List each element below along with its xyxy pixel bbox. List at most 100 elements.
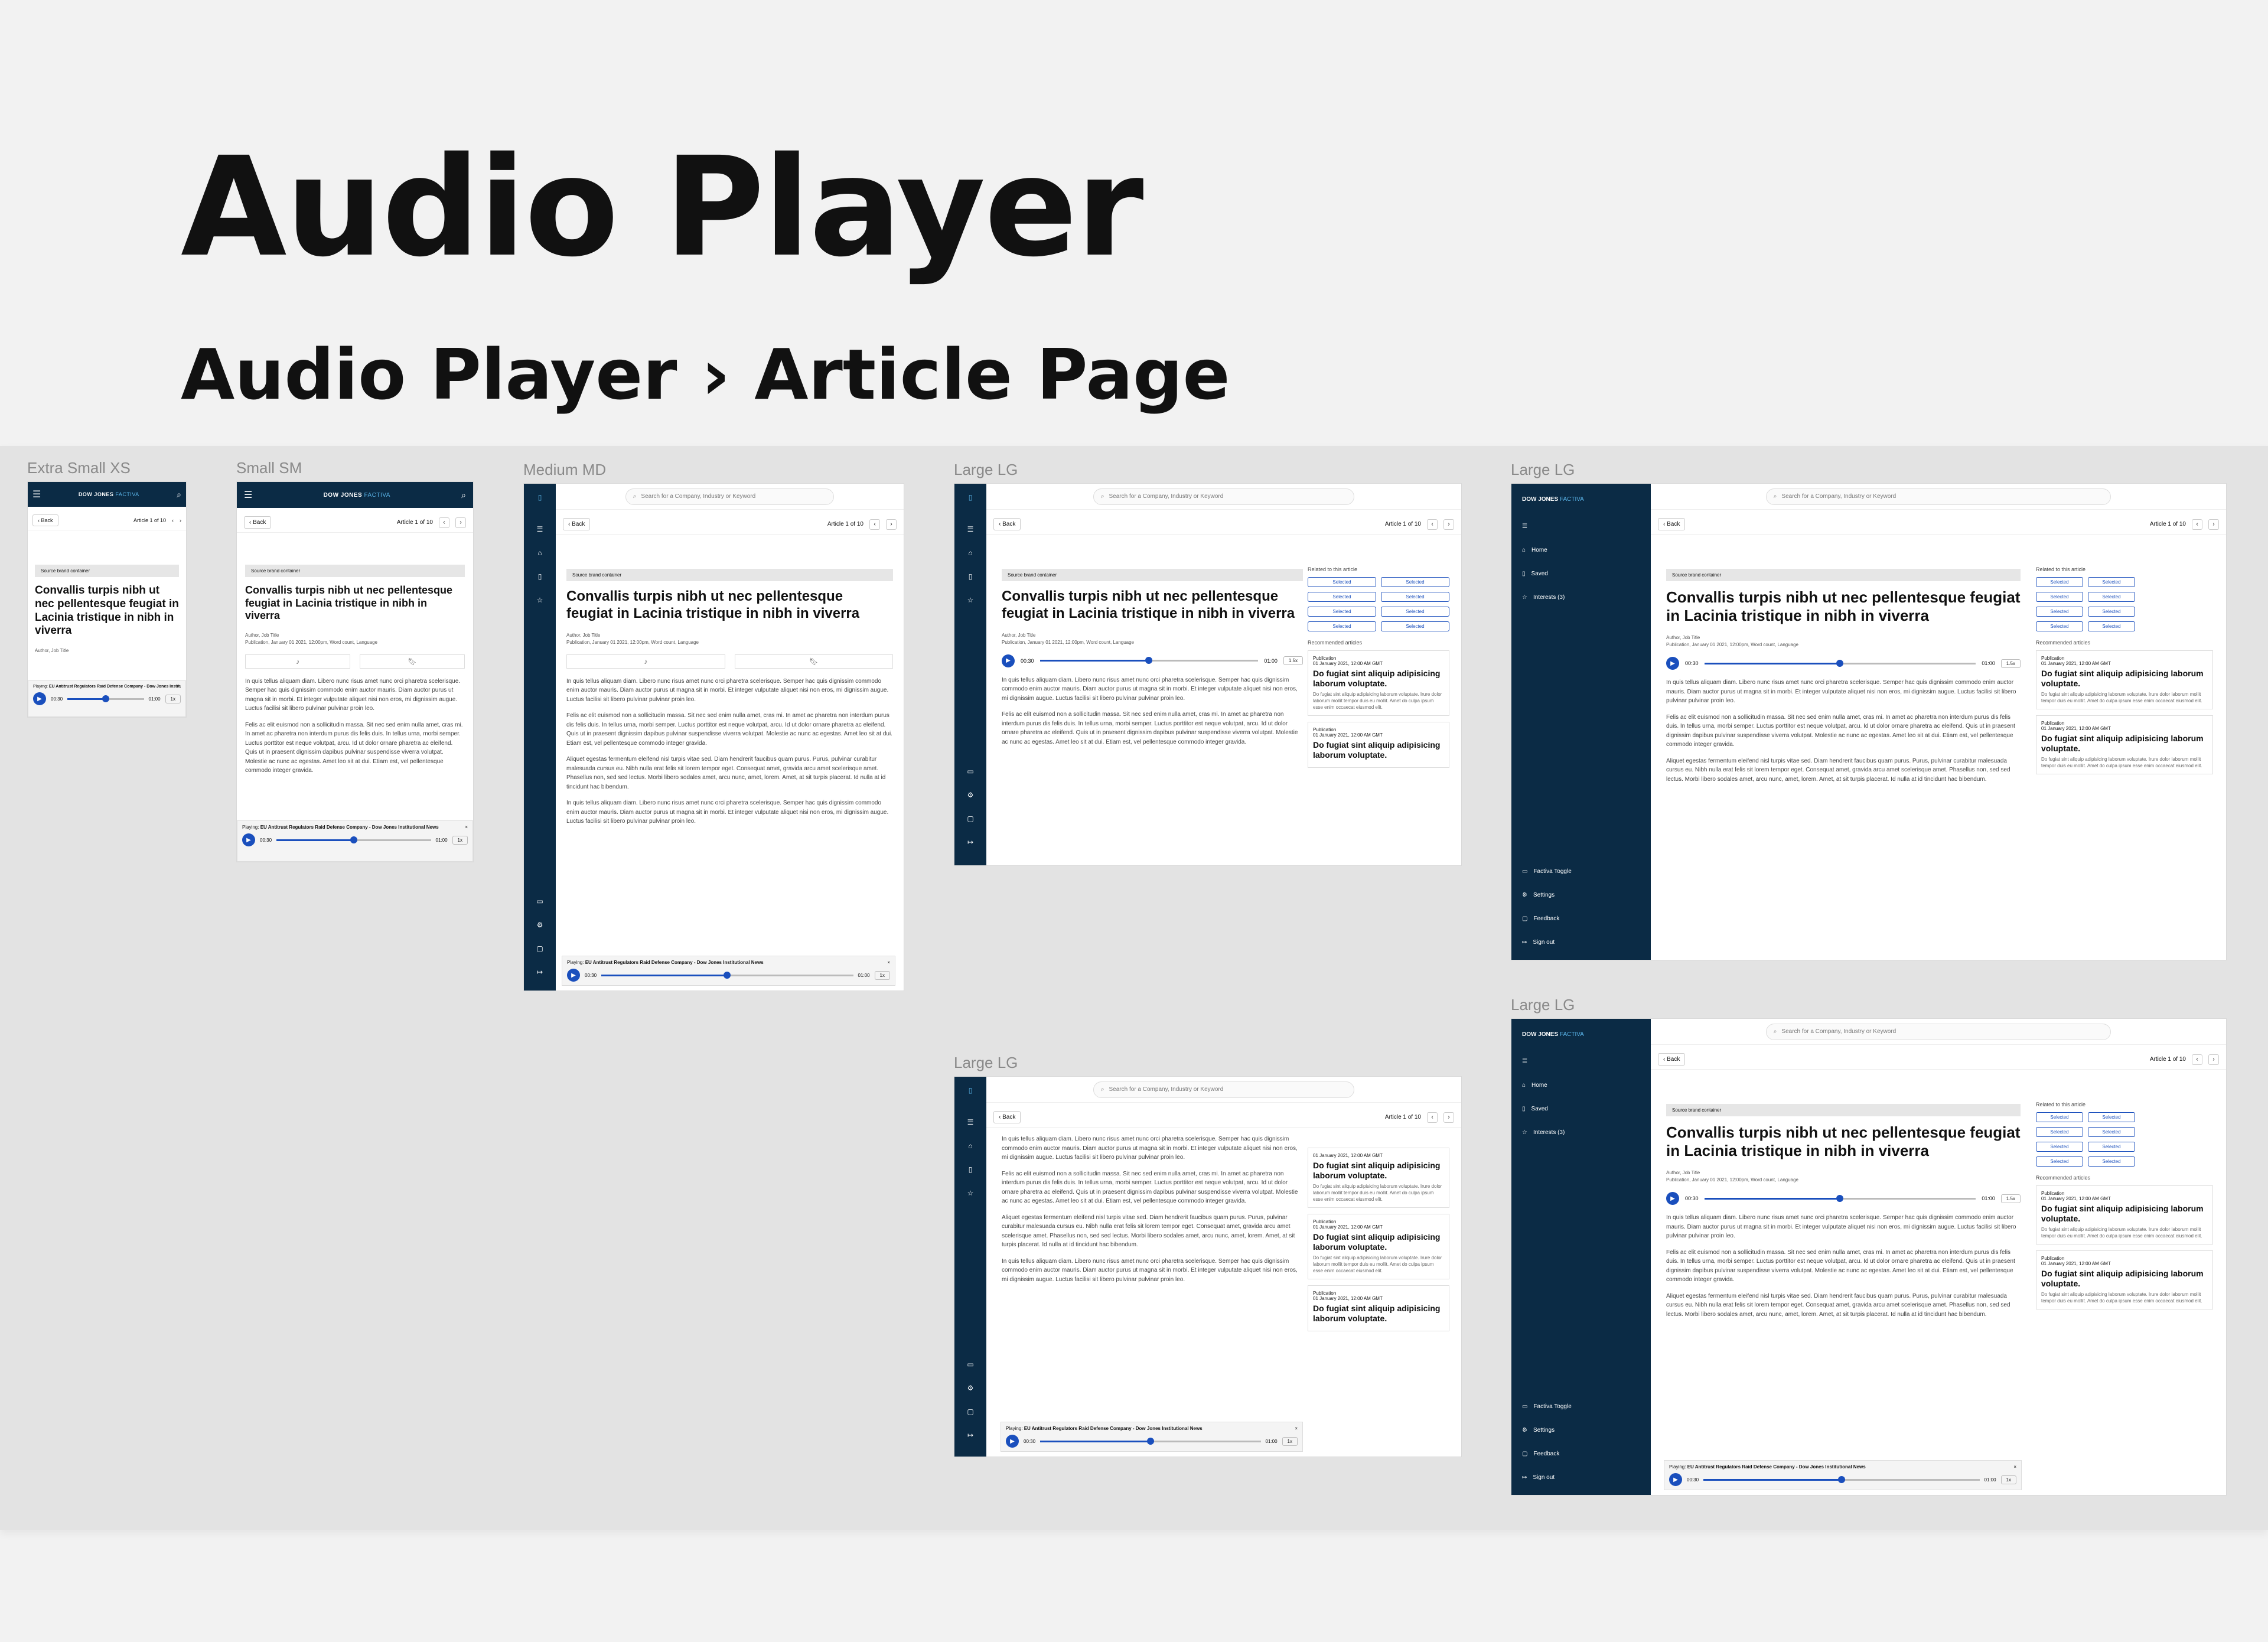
speed-select[interactable]: 1.5x bbox=[2000, 659, 2021, 668]
related-chip[interactable]: Selected bbox=[2088, 607, 2135, 617]
sidebar-item-settings[interactable]: ⚙ Settings bbox=[1511, 1418, 1651, 1442]
progress-slider[interactable] bbox=[601, 971, 853, 979]
speed-select[interactable]: 1x bbox=[874, 970, 890, 980]
back-button[interactable]: ‹ Back bbox=[1658, 1053, 1686, 1066]
next-button[interactable]: › bbox=[2208, 519, 2219, 530]
related-chip[interactable]: Selected bbox=[2088, 621, 2135, 631]
recommended-card[interactable]: Publication 01 January 2021, 12:00 AM GMT… bbox=[1308, 650, 1449, 716]
back-button[interactable]: ‹ Back bbox=[993, 518, 1021, 530]
play-button[interactable]: ▶ bbox=[242, 833, 255, 846]
play-button[interactable]: ▶ bbox=[1002, 654, 1015, 667]
search-icon[interactable]: ⌕ bbox=[177, 490, 181, 500]
related-chip[interactable]: Selected bbox=[2036, 1156, 2083, 1167]
sidebar-item-feedback[interactable]: ▢ Feedback bbox=[1511, 907, 1651, 930]
speed-select[interactable]: 1x bbox=[452, 835, 468, 845]
next-button[interactable]: › bbox=[886, 519, 897, 530]
recommended-card[interactable]: Publication 01 January 2021, 12:00 AM GMT… bbox=[2036, 1185, 2213, 1244]
related-chip[interactable]: Selected bbox=[2036, 1112, 2083, 1122]
related-chip[interactable]: Selected bbox=[2036, 1142, 2083, 1152]
speed-select[interactable]: 1x bbox=[1282, 1436, 1298, 1446]
next-button[interactable]: › bbox=[2208, 1054, 2219, 1065]
speed-select[interactable]: 1.5x bbox=[1283, 656, 1303, 666]
menu-icon[interactable]: ☰ bbox=[524, 525, 556, 533]
saved-icon[interactable]: ▯ bbox=[954, 1165, 986, 1174]
recommended-card[interactable]: Publication 01 January 2021, 12:00 AM GMT… bbox=[2036, 650, 2213, 709]
speed-select[interactable]: 1.5x bbox=[2000, 1194, 2021, 1203]
related-chip[interactable]: Selected bbox=[2088, 1112, 2135, 1122]
related-chip[interactable]: Selected bbox=[1308, 607, 1376, 617]
related-chip[interactable]: Selected bbox=[2088, 1127, 2135, 1137]
related-chip[interactable]: Selected bbox=[2036, 1127, 2083, 1137]
menu-icon[interactable]: ☰ bbox=[244, 489, 252, 501]
back-button[interactable]: ‹ Back bbox=[244, 516, 272, 529]
toggle-icon[interactable]: ▭ bbox=[524, 897, 556, 905]
next-button[interactable]: › bbox=[1443, 1112, 1454, 1123]
progress-slider[interactable] bbox=[1040, 1437, 1261, 1445]
sidebar-item-home[interactable]: ⌂ Home bbox=[1511, 538, 1651, 562]
progress-slider[interactable] bbox=[1704, 659, 1976, 667]
related-chip[interactable]: Selected bbox=[1308, 592, 1376, 602]
next-button[interactable]: › bbox=[180, 517, 181, 523]
related-chip[interactable]: Selected bbox=[2088, 1142, 2135, 1152]
play-button[interactable]: ▶ bbox=[1666, 1192, 1679, 1206]
next-button[interactable]: › bbox=[455, 517, 466, 528]
sidebar-item-settings[interactable]: ⚙ Settings bbox=[1511, 883, 1651, 907]
sidebar-item-toggle[interactable]: ▭ Factiva Toggle bbox=[1511, 859, 1651, 883]
star-icon[interactable]: ☆ bbox=[954, 596, 986, 604]
saved-icon[interactable]: ▯ bbox=[524, 572, 556, 581]
menu-icon[interactable]: ☰ bbox=[1511, 1050, 1651, 1073]
menu-icon[interactable]: ☰ bbox=[1511, 514, 1651, 538]
close-icon[interactable]: × bbox=[1295, 1426, 1298, 1431]
prev-button[interactable]: ‹ bbox=[439, 517, 449, 528]
menu-icon[interactable]: ☰ bbox=[32, 488, 41, 500]
sidebar-item-interests[interactable]: ☆ Interests (3) bbox=[1511, 1120, 1651, 1144]
sidebar-item-saved[interactable]: ▯ Saved bbox=[1511, 562, 1651, 585]
home-icon[interactable]: ⌂ bbox=[954, 1142, 986, 1150]
sidebar-item-toggle[interactable]: ▭ Factiva Toggle bbox=[1511, 1395, 1651, 1418]
feedback-icon[interactable]: ▢ bbox=[524, 944, 556, 953]
related-chip[interactable]: Selected bbox=[1381, 577, 1449, 587]
progress-slider[interactable] bbox=[1703, 1475, 1980, 1483]
search-input[interactable]: ⌕ Search for a Company, Industry or Keywo… bbox=[1765, 1023, 2111, 1040]
related-chip[interactable]: Selected bbox=[2088, 1156, 2135, 1167]
progress-slider[interactable] bbox=[67, 695, 144, 702]
menu-icon[interactable]: ☰ bbox=[954, 1118, 986, 1126]
feedback-icon[interactable]: ▢ bbox=[954, 1408, 986, 1416]
recommended-card[interactable]: Publication 01 January 2021, 12:00 AM GMT… bbox=[1308, 1214, 1449, 1280]
prev-button[interactable]: ‹ bbox=[869, 519, 880, 530]
next-button[interactable]: › bbox=[1443, 519, 1454, 530]
prev-button[interactable]: ‹ bbox=[1427, 1112, 1438, 1123]
search-icon[interactable]: ⌕ bbox=[461, 490, 466, 500]
progress-slider[interactable] bbox=[1040, 657, 1259, 664]
related-chip[interactable]: Selected bbox=[2036, 592, 2083, 602]
menu-icon[interactable]: ☰ bbox=[954, 525, 986, 533]
back-button[interactable]: ‹ Back bbox=[32, 514, 58, 526]
search-input[interactable]: ⌕ Search for a Company, Industry or Keywo… bbox=[1093, 1081, 1355, 1098]
related-chip[interactable]: Selected bbox=[1381, 621, 1449, 631]
prev-button[interactable]: ‹ bbox=[2192, 519, 2202, 530]
related-chip[interactable]: Selected bbox=[2088, 577, 2135, 587]
related-chip[interactable]: Selected bbox=[1381, 592, 1449, 602]
progress-slider[interactable] bbox=[276, 836, 431, 843]
close-icon[interactable]: × bbox=[2013, 1464, 2016, 1470]
recommended-card[interactable]: Publication 01 January 2021, 12:00 AM GMT… bbox=[2036, 715, 2213, 774]
gear-icon[interactable]: ⚙ bbox=[954, 1384, 986, 1392]
related-chip[interactable]: Selected bbox=[2036, 621, 2083, 631]
related-chip[interactable]: Selected bbox=[1308, 621, 1376, 631]
star-icon[interactable]: ☆ bbox=[954, 1189, 986, 1197]
sidebar-item-home[interactable]: ⌂ Home bbox=[1511, 1073, 1651, 1097]
progress-slider[interactable] bbox=[1704, 1194, 1976, 1202]
signout-icon[interactable]: ↦ bbox=[954, 1431, 986, 1439]
speed-select[interactable]: 1x bbox=[2000, 1475, 2016, 1484]
prev-button[interactable]: ‹ bbox=[2192, 1054, 2202, 1065]
sidebar-item-signout[interactable]: ↦ Sign out bbox=[1511, 930, 1651, 954]
gear-icon[interactable]: ⚙ bbox=[524, 921, 556, 929]
related-chip[interactable]: Selected bbox=[1308, 577, 1376, 587]
back-button[interactable]: ‹ Back bbox=[563, 518, 591, 530]
listen-icon[interactable]: ♪ bbox=[245, 654, 350, 669]
related-chip[interactable]: Selected bbox=[1381, 607, 1449, 617]
recommended-card[interactable]: 01 January 2021, 12:00 AM GMT Do fugiat … bbox=[1308, 1148, 1449, 1208]
sidebar-item-signout[interactable]: ↦ Sign out bbox=[1511, 1465, 1651, 1489]
prev-button[interactable]: ‹ bbox=[172, 517, 174, 523]
back-button[interactable]: ‹ Back bbox=[993, 1111, 1021, 1123]
